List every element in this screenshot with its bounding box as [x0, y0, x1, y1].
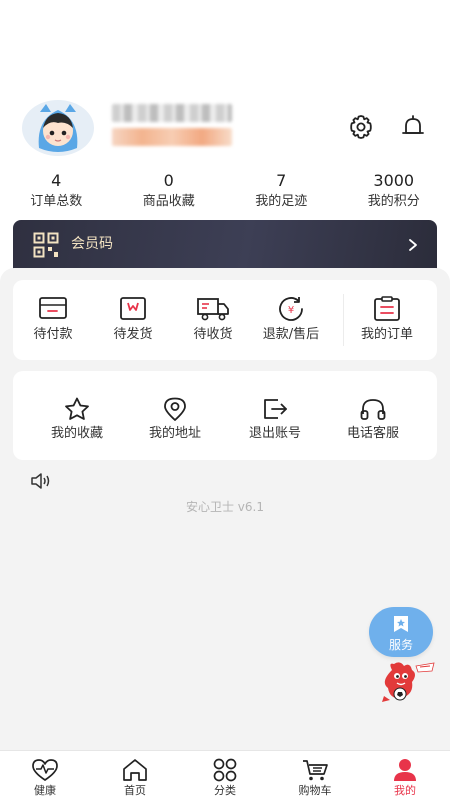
stat-label: 订单总数: [30, 194, 83, 209]
tab-label: 我的: [394, 784, 416, 797]
grid-icon: [213, 758, 237, 782]
logout-icon: [264, 399, 287, 419]
phone-blurred: [112, 128, 232, 146]
order-pending-payment[interactable]: 待付款: [27, 296, 79, 344]
logout[interactable]: 退出账号: [242, 397, 308, 443]
heart-pulse-icon: [32, 759, 58, 781]
orders-card: 待付款 待发货 待收货 ¥ 退款/售后 我的订单: [13, 280, 437, 360]
tab-label: 分类: [214, 784, 236, 797]
stat-label: 商品收藏: [142, 194, 195, 209]
qr-code-icon: [33, 232, 59, 258]
tool-item-label: 我的收藏: [50, 426, 103, 441]
username-blurred: [112, 104, 232, 122]
stat-value: 4: [51, 171, 62, 190]
tab-mine[interactable]: 我的: [360, 751, 450, 800]
my-favorites[interactable]: 我的收藏: [45, 397, 109, 443]
bottom-tab-bar: 健康 首页 分类 购物车 我的: [0, 750, 450, 800]
bookmark-star-icon: [394, 616, 408, 632]
tool-item-label: 我的地址: [148, 426, 201, 441]
wallet-icon: [39, 297, 67, 319]
stat-label: 我的积分: [367, 194, 420, 209]
refund-icon: ¥: [279, 297, 303, 321]
member-code-label: 会员码: [71, 236, 113, 252]
tab-health[interactable]: 健康: [0, 751, 90, 800]
chevron-right-icon: [409, 239, 417, 251]
avatar[interactable]: [22, 98, 94, 158]
my-orders[interactable]: 我的订单: [357, 296, 417, 344]
tab-label: 购物车: [298, 784, 332, 797]
tab-home[interactable]: 首页: [90, 751, 180, 800]
user-icon: [394, 759, 416, 781]
tools-card: 我的收藏 我的地址 退出账号 电话客服: [13, 371, 437, 460]
tab-cart[interactable]: 购物车: [270, 751, 360, 800]
my-address[interactable]: 我的地址: [143, 397, 207, 443]
stat-label: 我的足迹: [255, 194, 308, 209]
divider: [343, 294, 344, 346]
stats-row: 4 订单总数 0 商品收藏 7 我的足迹 3000 我的积分: [0, 170, 450, 214]
bell-icon[interactable]: [398, 112, 428, 142]
truck-icon: [197, 298, 229, 321]
stat-value: 0: [163, 171, 174, 190]
stat-value: 3000: [373, 171, 415, 190]
mascot-character[interactable]: [378, 660, 438, 705]
order-pending-shipment[interactable]: 待发货: [107, 296, 159, 344]
app-version: 安心卫士 v6.1: [185, 500, 264, 514]
service-label: 服务: [388, 638, 413, 652]
stat-order-total[interactable]: 4 订单总数: [0, 170, 113, 214]
cart-icon: [303, 760, 328, 781]
order-item-label: 退款/售后: [262, 327, 320, 342]
stat-points[interactable]: 3000 我的积分: [338, 170, 450, 214]
headset-icon: [360, 399, 386, 420]
tab-label: 健康: [34, 784, 56, 797]
stat-favorites[interactable]: 0 商品收藏: [113, 170, 226, 214]
tool-item-label: 退出账号: [248, 426, 301, 441]
settings-gear-icon[interactable]: [346, 112, 376, 142]
location-icon: [164, 397, 186, 421]
stat-value: 7: [276, 171, 287, 190]
package-icon: [120, 297, 146, 320]
order-refund-aftersale[interactable]: ¥ 退款/售后: [259, 296, 323, 344]
stat-footprint[interactable]: 7 我的足迹: [225, 170, 338, 214]
phone-support[interactable]: 电话客服: [340, 397, 406, 443]
speaker-icon[interactable]: [30, 472, 52, 490]
svg-text:¥: ¥: [288, 305, 294, 316]
order-pending-receipt[interactable]: 待收货: [187, 296, 239, 344]
service-button[interactable]: 服务: [369, 607, 433, 657]
order-item-label: 待发货: [113, 327, 153, 342]
order-item-label: 我的订单: [360, 327, 413, 342]
order-item-label: 待付款: [33, 327, 73, 342]
tab-label: 首页: [124, 784, 146, 797]
clipboard-icon: [374, 296, 400, 321]
star-icon: [65, 397, 89, 420]
home-icon: [123, 759, 147, 781]
tab-category[interactable]: 分类: [180, 751, 270, 800]
tool-item-label: 电话客服: [346, 426, 399, 441]
order-item-label: 待收货: [193, 327, 233, 342]
